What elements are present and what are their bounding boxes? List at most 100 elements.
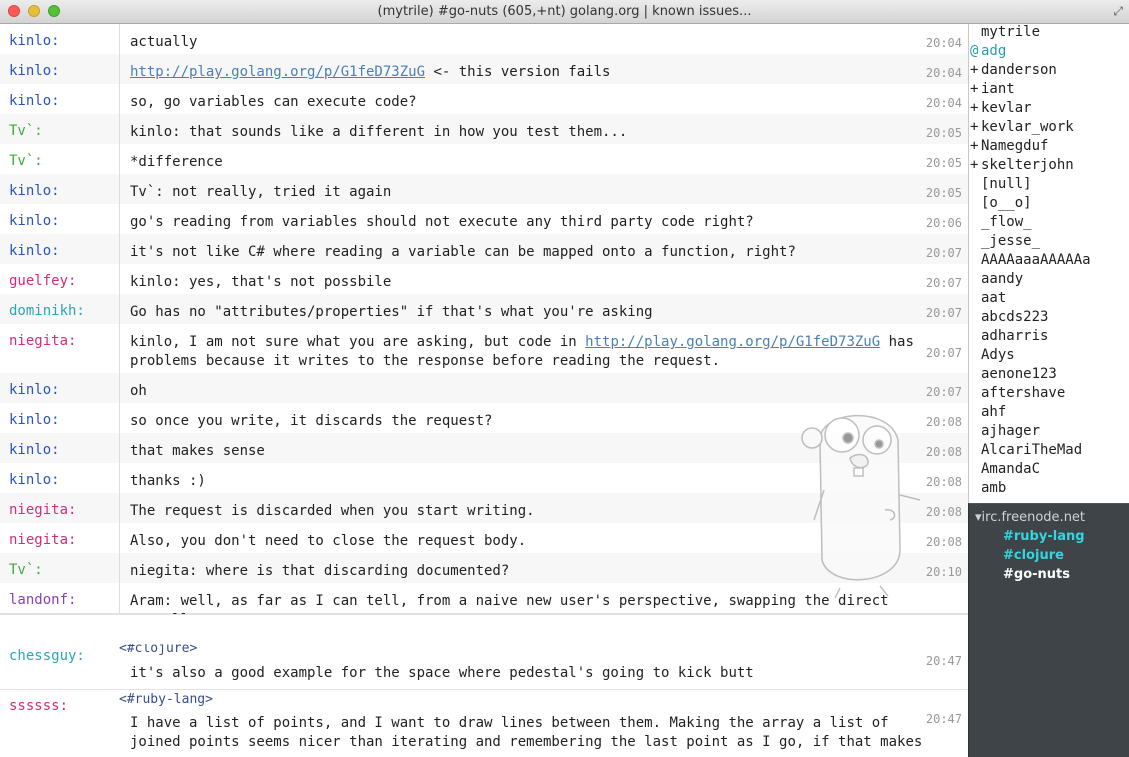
user-mode-prefix: + <box>970 157 979 173</box>
user-list-item[interactable]: [o__o] <box>970 194 1032 213</box>
user-list-item[interactable]: aenone123 <box>970 365 1057 384</box>
user-nick: aat <box>981 290 1007 306</box>
user-list-item[interactable]: + danderson <box>970 61 1057 80</box>
message-row: niegita: kinlo, I am not sure what you ar… <box>0 324 968 374</box>
user-nick: iant <box>981 81 1015 97</box>
timestamp: 20:07 <box>925 385 962 399</box>
nick-separator <box>119 114 120 144</box>
timestamp: 20:08 <box>925 505 962 519</box>
user-nick: [null] <box>981 176 1032 192</box>
user-list-item[interactable]: @ adg <box>970 42 1006 61</box>
message-row: Tv`: *difference 20:05 <box>0 144 968 175</box>
user-list-item[interactable]: AlcariTheMad <box>970 441 1082 460</box>
highlight-row: ssssss: <#ruby-lang> I have a list of poin… <box>0 690 968 756</box>
message-text: oh <box>130 382 930 401</box>
message-row: kinlo: it's not like C# where reading a v… <box>0 234 968 265</box>
user-list-item[interactable]: AAAAaaaAAAAAa <box>970 251 1091 270</box>
user-list-item[interactable]: ahf <box>970 403 1006 422</box>
nick[interactable]: kinlo: <box>9 183 60 199</box>
nick[interactable]: chessguy: <box>9 648 85 664</box>
message-body: that makes sense <box>130 443 265 459</box>
user-list[interactable]: mytrile @ adg + danderson + iant + kevlar + kevlar… <box>968 24 1129 503</box>
user-list-item[interactable]: AmandaC <box>970 460 1040 479</box>
nick[interactable]: kinlo: <box>9 472 60 488</box>
user-list-item[interactable]: aat <box>970 289 1006 308</box>
nick-separator <box>119 433 120 463</box>
server-item[interactable]: ▾irc.freenode.net <box>975 510 1085 525</box>
nick-separator <box>119 24 120 54</box>
message-link[interactable]: http://play.golang.org/p/G1feD73ZuG <box>130 64 425 80</box>
nick[interactable]: Tv`: <box>9 562 43 578</box>
message-link[interactable]: http://play.golang.org/p/G1feD73ZuG <box>585 334 880 350</box>
highlight-pane[interactable]: chessguy: <#clojure> it's also a good exam… <box>0 644 968 756</box>
user-list-item[interactable]: mytrile <box>970 24 1040 42</box>
message-text: it's not like C# where reading a variabl… <box>130 243 930 262</box>
message-body: <- this version fails <box>425 64 611 80</box>
message-row: kinlo: actually 20:04 <box>0 24 968 55</box>
nick-separator <box>119 84 120 114</box>
nick[interactable]: dominikh: <box>9 303 85 319</box>
user-list-item[interactable]: amb <box>970 479 1006 498</box>
user-nick: kevlar <box>981 100 1032 116</box>
user-list-item[interactable]: _flow_ <box>970 213 1032 232</box>
channel-tag[interactable]: <#clojure> <box>119 644 197 656</box>
timestamp: 20:07 <box>925 346 962 360</box>
user-list-item[interactable]: + kevlar <box>970 99 1032 118</box>
nick[interactable]: guelfey: <box>9 273 76 289</box>
message-body: thanks :) <box>130 473 206 489</box>
nick[interactable]: Tv`: <box>9 123 43 139</box>
message-body: kinlo: that sounds like a different in h… <box>130 124 628 140</box>
channel-item[interactable]: #go-nuts <box>1003 567 1070 582</box>
fullscreen-icon[interactable]: ⤢ <box>1113 4 1123 19</box>
channel-item[interactable]: #ruby-lang <box>1003 529 1085 544</box>
nick[interactable]: landonf: <box>9 592 76 608</box>
user-list-item[interactable]: _jesse_ <box>970 232 1040 251</box>
nick[interactable]: niegita: <box>9 333 76 349</box>
user-list-item[interactable]: adharris <box>970 327 1048 346</box>
message-row: kinlo: http://play.golang.org/p/G1feD73Zu… <box>0 54 968 85</box>
timestamp: 20:04 <box>925 66 962 80</box>
user-mode-prefix: + <box>970 100 979 116</box>
user-list-item[interactable]: aftershave <box>970 384 1065 403</box>
nick-separator <box>119 403 120 433</box>
user-list-item[interactable]: abcds223 <box>970 308 1048 327</box>
user-list-item[interactable]: + Namegduf <box>970 137 1048 156</box>
user-list-item[interactable]: ajhager <box>970 422 1040 441</box>
user-list-item[interactable]: Adys <box>970 346 1015 365</box>
user-mode-prefix: + <box>970 138 979 154</box>
user-list-item[interactable]: aandy <box>970 270 1023 289</box>
nick[interactable]: kinlo: <box>9 63 60 79</box>
message-text: *difference <box>130 153 930 172</box>
channel-item[interactable]: #clojure <box>1003 548 1064 563</box>
nick-separator <box>119 294 120 324</box>
message-body: The request is discarded when you start … <box>130 503 535 519</box>
message-text: actually <box>130 33 930 52</box>
user-nick: ahf <box>981 404 1007 420</box>
nick[interactable]: kinlo: <box>9 33 60 49</box>
nick[interactable]: niegita: <box>9 532 76 548</box>
server-tree[interactable]: ▾irc.freenode.net #ruby-lang #clojure #go-… <box>968 503 1129 757</box>
user-nick: AlcariTheMad <box>981 442 1083 458</box>
message-body: Also, you don't need to close the reques… <box>130 533 527 549</box>
user-mode-prefix: @ <box>970 43 979 59</box>
timestamp: 20:08 <box>925 445 962 459</box>
user-list-item[interactable]: + iant <box>970 80 1015 99</box>
nick[interactable]: kinlo: <box>9 93 60 109</box>
timestamp: 20:07 <box>925 306 962 320</box>
nick[interactable]: niegita: <box>9 502 76 518</box>
message-body: oh <box>130 383 147 399</box>
nick[interactable]: kinlo: <box>9 382 60 398</box>
nick[interactable]: kinlo: <box>9 442 60 458</box>
user-list-item[interactable]: + kevlar_work <box>970 118 1074 137</box>
nick[interactable]: kinlo: <box>9 243 60 259</box>
nick[interactable]: kinlo: <box>9 412 60 428</box>
user-list-item[interactable]: + skelterjohn <box>970 156 1074 175</box>
nick[interactable]: ssssss: <box>9 698 68 714</box>
channel-tag[interactable]: <#ruby-lang> <box>119 692 213 707</box>
nick[interactable]: Tv`: <box>9 153 43 169</box>
nick[interactable]: kinlo: <box>9 213 60 229</box>
timestamp: 20:08 <box>925 475 962 489</box>
user-list-item[interactable]: [null] <box>970 175 1032 194</box>
user-nick: skelterjohn <box>981 157 1074 173</box>
user-nick: _flow_ <box>981 214 1032 230</box>
